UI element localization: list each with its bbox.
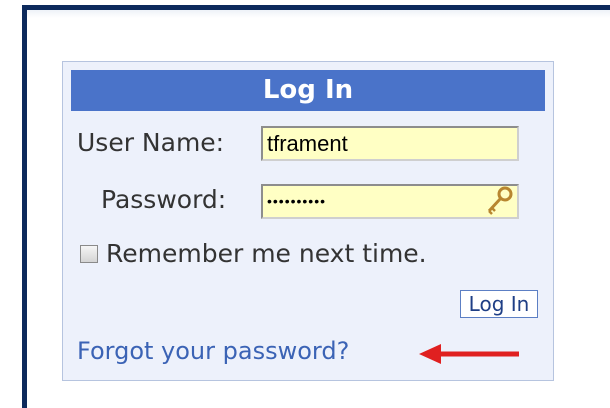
login-panel: Log In User Name: tframent Password: •••…	[62, 61, 554, 381]
username-input[interactable]: tframent	[261, 126, 519, 161]
password-label: Password:	[101, 185, 227, 214]
window-top-strip	[27, 10, 610, 18]
username-label: User Name:	[77, 128, 225, 157]
red-arrow-icon	[419, 344, 519, 364]
key-icon	[487, 186, 513, 215]
login-panel-title: Log In	[71, 70, 545, 111]
remember-me-checkbox[interactable]	[80, 245, 98, 263]
forgot-password-link[interactable]: Forgot your password?	[77, 337, 349, 365]
remember-me-label[interactable]: Remember me next time.	[106, 239, 427, 268]
login-button[interactable]: Log In	[460, 290, 538, 318]
password-input[interactable]: ••••••••••	[261, 184, 519, 219]
